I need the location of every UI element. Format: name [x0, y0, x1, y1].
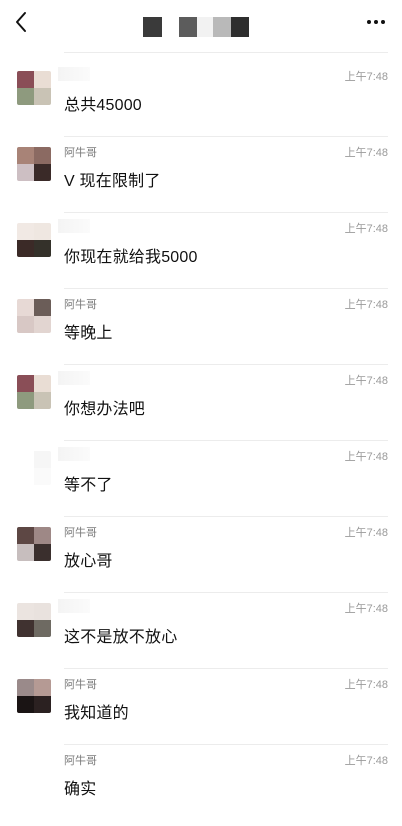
- message-text[interactable]: 总共45000: [64, 91, 142, 115]
- chevron-left-icon: [16, 12, 26, 32]
- sender-name-masked: [58, 371, 90, 385]
- message-time: 上午7:48: [344, 451, 388, 463]
- avatar[interactable]: [17, 451, 51, 485]
- sender-name-masked: [58, 67, 90, 81]
- chat-title-masked: [143, 17, 249, 37]
- sender-name: 阿牛哥: [64, 755, 97, 767]
- message-item[interactable]: 上午7:48 这不是放不放心: [0, 593, 402, 669]
- message-text[interactable]: 这不是放不放心: [64, 623, 177, 647]
- avatar[interactable]: [17, 603, 51, 637]
- message-item[interactable]: 阿牛哥 上午7:48 放心哥: [0, 517, 402, 593]
- ellipsis-icon: [365, 20, 387, 24]
- message-item[interactable]: 上午7:48 总共45000: [0, 61, 402, 137]
- message-text[interactable]: 确实: [64, 775, 96, 799]
- chat-screen: 上午7:48 总共45000 阿牛哥 上午7:48 V 现在限制了 上午7:48 你现在就给…: [0, 0, 402, 826]
- avatar[interactable]: [17, 527, 51, 561]
- message-time: 上午7:48: [344, 71, 388, 83]
- avatar[interactable]: [17, 223, 51, 257]
- avatar[interactable]: [17, 71, 51, 105]
- message-item[interactable]: 上午7:48 你想办法吧: [0, 365, 402, 441]
- message-item[interactable]: 阿牛哥 上午7:48 等晚上: [0, 289, 402, 365]
- message-item[interactable]: 上午7:48 等不了: [0, 441, 402, 517]
- message-text[interactable]: 等晚上: [64, 319, 113, 343]
- sender-name-masked: [58, 219, 90, 233]
- message-time: 上午7:48: [344, 679, 388, 691]
- sender-name: 阿牛哥: [64, 527, 97, 539]
- back-button[interactable]: [8, 9, 34, 35]
- avatar[interactable]: [17, 755, 51, 789]
- chat-header: [0, 0, 402, 50]
- message-time: 上午7:48: [344, 527, 388, 539]
- sender-name-masked: [58, 447, 90, 461]
- avatar[interactable]: [17, 147, 51, 181]
- message-text[interactable]: 我知道的: [64, 699, 129, 723]
- message-text[interactable]: V 现在限制了: [64, 167, 161, 191]
- message-time: 上午7:48: [344, 755, 388, 767]
- message-text[interactable]: 你想办法吧: [64, 395, 145, 419]
- sender-name-masked: [58, 599, 90, 613]
- message-time: 上午7:48: [344, 147, 388, 159]
- avatar[interactable]: [17, 299, 51, 333]
- message-item[interactable]: 阿牛哥 上午7:48 V 现在限制了: [0, 137, 402, 213]
- avatar[interactable]: [17, 375, 51, 409]
- sender-name: 阿牛哥: [64, 299, 97, 311]
- message-text[interactable]: 等不了: [64, 471, 113, 495]
- sender-name: 阿牛哥: [64, 147, 97, 159]
- more-button[interactable]: [362, 14, 390, 30]
- message-time: 上午7:48: [344, 223, 388, 235]
- avatar[interactable]: [17, 679, 51, 713]
- message-text[interactable]: 放心哥: [64, 547, 113, 571]
- message-time: 上午7:48: [344, 299, 388, 311]
- message-item[interactable]: 阿牛哥 上午7:48 我知道的: [0, 669, 402, 745]
- header-divider: [64, 52, 388, 53]
- message-time: 上午7:48: [344, 603, 388, 615]
- message-item[interactable]: 阿牛哥 上午7:48 确实: [0, 745, 402, 821]
- message-time: 上午7:48: [344, 375, 388, 387]
- sender-name: 阿牛哥: [64, 679, 97, 691]
- message-text[interactable]: 你现在就给我5000: [64, 243, 198, 267]
- message-item[interactable]: 上午7:48 你现在就给我5000: [0, 213, 402, 289]
